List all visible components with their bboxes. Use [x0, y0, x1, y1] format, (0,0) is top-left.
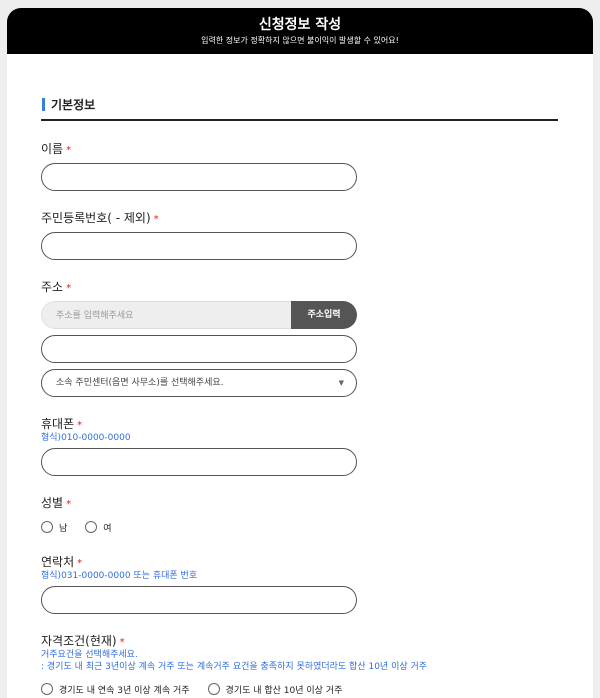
required-mark: *: [66, 499, 72, 510]
application-form-panel: 신청정보 작성 입력한 정보가 정확하지 않으면 불이익이 발생할 수 있어요!…: [7, 8, 593, 698]
qualification-option-10yr[interactable]: 경기도 내 합산 10년 이상 거주: [207, 683, 343, 696]
contact-label: 연락처 *: [41, 554, 558, 570]
address-search-row: 주소를 입력해주세요 주소입력: [41, 301, 357, 329]
community-center-select[interactable]: 소속 주민센터(읍면 사무소)를 선택해주세요. ▼: [41, 369, 357, 397]
name-input[interactable]: [41, 163, 357, 191]
rrn-input[interactable]: [41, 232, 357, 260]
rrn-label-text: 주민등록번호( - 제외): [41, 211, 151, 225]
radio-button[interactable]: [85, 521, 98, 533]
gender-option-label: 여: [103, 523, 112, 534]
qualification-radio-group: 경기도 내 연속 3년 이상 계속 거주 경기도 내 합산 10년 이상 거주: [41, 681, 558, 697]
name-label-text: 이름: [41, 142, 64, 156]
address-detail-input[interactable]: [41, 335, 357, 363]
required-mark: *: [66, 283, 72, 294]
address-label: 주소 *: [41, 279, 558, 295]
qualification-hint: 거주요건을 선택해주세요.: [41, 650, 138, 660]
phone-label-text: 휴대폰: [41, 417, 75, 431]
form-title: 신청정보 작성: [258, 17, 342, 33]
gender-option-male[interactable]: 남: [41, 521, 67, 534]
qualification-hint-detail: : 경기도 내 최근 3년이상 계속 거주 또는 계속거주 요건을 충족하지 못…: [41, 662, 428, 672]
qualification-option-label: 경기도 내 합산 10년 이상 거주: [225, 685, 343, 696]
section-divider: [41, 119, 558, 121]
community-center-select-value: 소속 주민센터(읍면 사무소)를 선택해주세요.: [56, 378, 224, 388]
phone-label: 휴대폰 *: [41, 416, 558, 432]
phone-format-hint: 형식)010-0000-0000: [41, 433, 131, 443]
phone-input[interactable]: [41, 448, 357, 476]
gender-label: 성별 *: [41, 495, 558, 511]
chevron-down-icon: ▼: [338, 379, 344, 387]
gender-option-female[interactable]: 여: [85, 521, 112, 534]
rrn-label: 주민등록번호( - 제외) *: [41, 210, 558, 226]
form-header: 신청정보 작성 입력한 정보가 정확하지 않으면 불이익이 발생할 수 있어요!: [7, 8, 593, 54]
address-search-input[interactable]: 주소를 입력해주세요: [41, 301, 291, 329]
qualification-label: 자격조건(현재) *: [41, 633, 558, 649]
form-content: 기본정보 이름 * 주민등록번호( - 제외) * 주소 * 주소를 입력해주세요 주…: [7, 96, 593, 697]
required-mark: *: [77, 558, 83, 569]
contact-label-text: 연락처: [41, 555, 75, 569]
qualification-option-label: 경기도 내 연속 3년 이상 계속 거주: [59, 685, 190, 696]
required-mark: *: [77, 420, 83, 431]
gender-radio-group: 남 여: [41, 519, 558, 535]
gender-label-text: 성별: [41, 496, 64, 510]
required-mark: *: [153, 214, 159, 225]
required-mark: *: [119, 637, 125, 648]
section-title-basic-info: 기본정보: [41, 96, 558, 114]
name-label: 이름 *: [41, 141, 558, 157]
radio-button[interactable]: [41, 683, 53, 695]
radio-button[interactable]: [41, 521, 53, 533]
address-label-text: 주소: [41, 280, 64, 294]
contact-format-hint: 형식)031-0000-0000 또는 휴대폰 번호: [41, 571, 198, 581]
required-mark: *: [66, 145, 72, 156]
qualification-option-3yr[interactable]: 경기도 내 연속 3년 이상 계속 거주: [41, 683, 190, 696]
gender-option-label: 남: [59, 523, 68, 534]
address-search-button[interactable]: 주소입력: [291, 301, 357, 329]
radio-button[interactable]: [207, 683, 220, 695]
contact-input[interactable]: [41, 586, 357, 614]
qualification-label-text: 자격조건(현재): [41, 634, 117, 648]
form-subtitle: 입력한 정보가 정확하지 않으면 불이익이 발생할 수 있어요!: [201, 36, 399, 45]
